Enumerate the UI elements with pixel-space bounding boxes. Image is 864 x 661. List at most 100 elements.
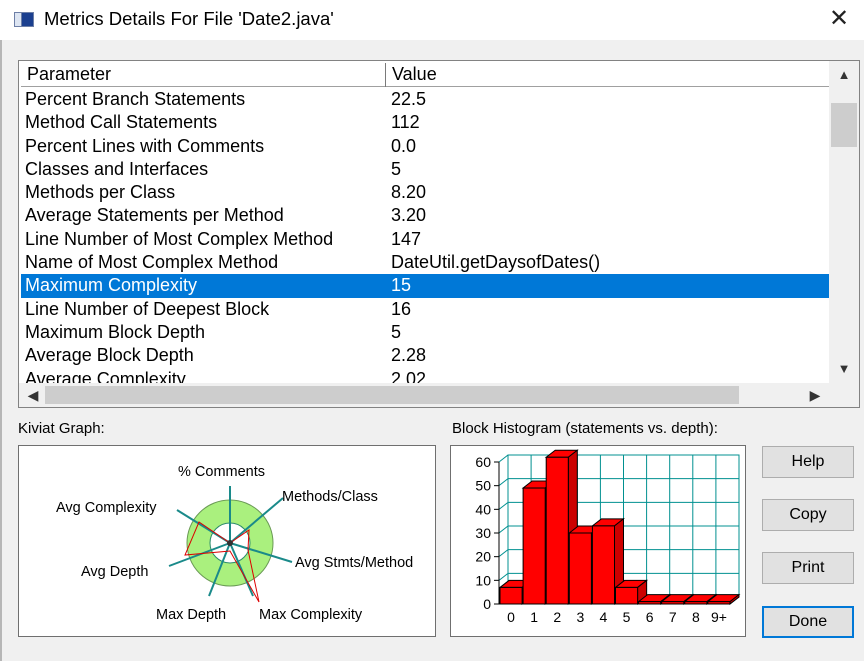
table-row[interactable]: Percent Branch Statements 22.5 <box>21 88 829 111</box>
histogram-bar <box>707 601 731 605</box>
table-row[interactable]: Average Block Depth 2.28 <box>21 344 829 367</box>
window-edge <box>0 40 2 661</box>
histogram-label: Block Histogram (statements vs. depth): <box>452 420 718 437</box>
scroll-left-icon[interactable]: ◀ <box>21 383 45 407</box>
scroll-up-icon[interactable]: ▲ <box>829 63 859 87</box>
table-rows: Percent Branch Statements 22.5 Method Call… <box>21 88 829 385</box>
value-cell: 0.0 <box>391 135 417 156</box>
histogram-gridline-side <box>498 501 509 510</box>
vertical-scrollbar[interactable]: ▲ ▼ <box>829 61 859 383</box>
histogram-bar <box>661 601 685 605</box>
table-row[interactable]: Maximum Block Depth 5 <box>21 321 829 344</box>
histogram-gridline-side <box>498 454 509 463</box>
kiviat-center <box>227 540 233 546</box>
histogram-y-tick: 0 <box>483 596 491 612</box>
histogram-x-tick: 9+ <box>711 609 727 625</box>
column-header-value[interactable]: Value <box>386 63 826 86</box>
metrics-table[interactable]: Parameter Value Percent Branch Statement… <box>18 60 860 408</box>
column-header-parameter[interactable]: Parameter <box>21 63 385 86</box>
kiviat-label-methods-class: Methods/Class <box>282 489 378 505</box>
table-row[interactable]: Methods per Class 8.20 <box>21 181 829 204</box>
value-cell: 8.20 <box>391 182 427 203</box>
kiviat-label-avg-depth: Avg Depth <box>81 564 148 580</box>
kiviat-label-avg-complexity: Avg Complexity <box>56 500 157 516</box>
value-cell: 22.5 <box>391 89 427 109</box>
vertical-scroll-thumb[interactable] <box>831 103 857 147</box>
histogram-svg: 01020304050600 1 2 3 4 5 6 7 8 9+ <box>475 449 741 625</box>
parameter-cell: Maximum Block Depth <box>25 321 206 342</box>
table-row[interactable]: Method Call Statements 112 <box>21 111 829 134</box>
app-window-icon <box>14 12 34 27</box>
histogram-bar <box>568 532 592 605</box>
histogram-x-tick: 8 <box>692 609 700 625</box>
histogram-x-tick: 1 <box>530 609 538 625</box>
histogram-y-tick: 60 <box>475 454 491 470</box>
histogram-y-tick: 50 <box>475 478 491 494</box>
table-row[interactable]: Line Number of Deepest Block 16 <box>21 298 829 321</box>
histogram-bar <box>545 456 569 605</box>
value-cell: 147 <box>391 228 422 249</box>
copy-button[interactable]: Copy <box>762 499 854 531</box>
kiviat-svg: % Comments Methods/Class Avg Stmts/Metho… <box>56 464 413 623</box>
kiviat-graph: % Comments Methods/Class Avg Stmts/Metho… <box>18 445 436 637</box>
done-button[interactable]: Done <box>762 606 854 638</box>
kiviat-label-max-depth: Max Depth <box>156 607 226 623</box>
table-row[interactable]: Classes and Interfaces 5 <box>21 158 829 181</box>
histogram-y-tick: 40 <box>475 501 491 517</box>
histogram-x-tick: 0 <box>507 609 515 625</box>
scroll-corner <box>829 383 859 407</box>
histogram-x-tick: 4 <box>600 609 608 625</box>
help-button[interactable]: Help <box>762 446 854 478</box>
histogram-bar <box>522 487 546 605</box>
table-row[interactable]: Maximum Complexity 15 <box>21 274 829 298</box>
histogram-bar <box>638 601 662 605</box>
table-row[interactable]: Percent Lines with Comments 0.0 <box>21 135 829 158</box>
block-histogram: 0 10 20 30 40 50 60 0 1 2 3 4 5 6 7 8 9+ <box>450 445 746 637</box>
horizontal-scroll-thumb[interactable] <box>45 386 739 404</box>
value-cell: 16 <box>391 298 412 319</box>
kiviat-label-max-complexity: Max Complexity <box>259 607 363 623</box>
histogram-y-tick: 30 <box>475 525 491 541</box>
table-row[interactable]: Line Number of Most Complex Method 147 <box>21 228 829 251</box>
kiviat-label-avg-stmts: Avg Stmts/Method <box>295 555 413 571</box>
parameter-cell: Name of Most Complex Method <box>25 252 279 273</box>
parameter-cell: Methods per Class <box>25 182 176 203</box>
print-button[interactable]: Print <box>762 552 854 584</box>
horizontal-scrollbar[interactable]: ◀ ▶ <box>19 383 829 407</box>
parameter-cell: Average Statements per Method <box>25 205 284 226</box>
value-cell: 5 <box>391 158 402 179</box>
value-cell: 15 <box>391 275 412 296</box>
histogram-bar <box>499 586 523 605</box>
close-icon[interactable]: ✕ <box>826 6 852 32</box>
histogram-x-tick: 2 <box>553 609 561 625</box>
window-title: Metrics Details For File 'Date2.java' <box>44 8 334 29</box>
histogram-gridline-side <box>498 478 509 487</box>
kiviat-label-comments: % Comments <box>178 464 265 480</box>
parameter-cell: Line Number of Most Complex Method <box>25 228 334 249</box>
value-cell: 5 <box>391 321 402 342</box>
value-cell: 2.28 <box>391 345 427 366</box>
histogram-y-tick: 10 <box>475 572 491 588</box>
parameter-cell: Percent Branch Statements <box>25 89 246 109</box>
table-row[interactable]: Average Statements per Method 3.20 <box>21 204 829 227</box>
histogram-gridline-side <box>498 549 509 558</box>
scroll-down-icon[interactable]: ▼ <box>829 357 859 381</box>
value-cell: 3.20 <box>391 205 427 226</box>
value-cell: 112 <box>391 112 420 133</box>
parameter-cell: Percent Lines with Comments <box>25 135 265 156</box>
histogram-bar <box>684 601 708 605</box>
parameter-cell: Average Block Depth <box>25 345 194 366</box>
histogram-x-tick: 6 <box>646 609 654 625</box>
table-header: Parameter Value <box>21 63 829 87</box>
value-cell: DateUtil.getDaysofDates() <box>391 252 601 273</box>
kiviat-label: Kiviat Graph: <box>18 420 105 437</box>
histogram-y-tick: 20 <box>475 549 491 565</box>
histogram-x-tick: 5 <box>623 609 631 625</box>
table-row[interactable]: Name of Most Complex Method DateUtil.getD… <box>21 251 829 274</box>
parameter-cell: Maximum Complexity <box>25 275 198 296</box>
parameter-cell: Classes and Interfaces <box>25 158 209 179</box>
histogram-bar <box>615 586 639 605</box>
histogram-gridline-side <box>498 572 509 581</box>
parameter-cell: Line Number of Deepest Block <box>25 298 270 319</box>
scroll-right-icon[interactable]: ▶ <box>803 383 827 407</box>
